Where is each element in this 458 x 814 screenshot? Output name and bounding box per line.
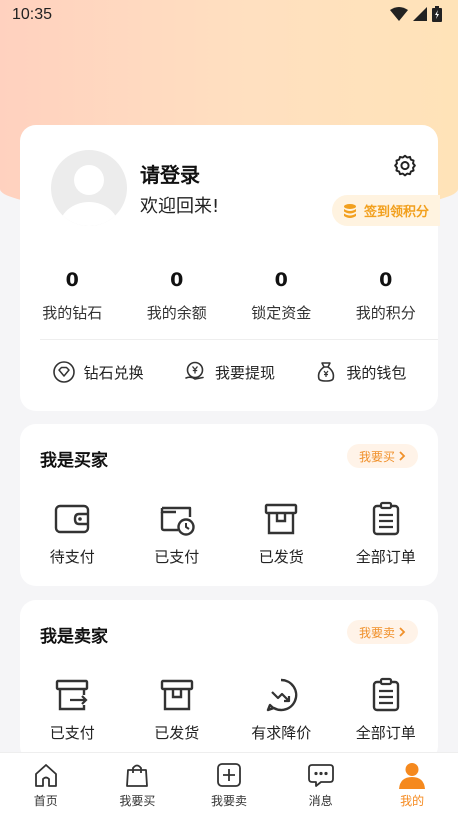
i-want-buy-button[interactable]: 我要买	[346, 444, 418, 468]
profile-card: 请登录 欢迎回来! 签到领积分 0 我的钻石 0 我的余额 0 锁定资金 0 我…	[20, 125, 440, 411]
stat-label: 我的余额	[146, 304, 207, 322]
item-label: 全部订单	[355, 548, 416, 566]
buyer-card: 我是买家 我要买 待支付 已支付 已发货 全部订单	[20, 424, 438, 586]
stat-label: 锁定资金	[251, 304, 312, 322]
stats-row: 0 我的钻石 0 我的余额 0 锁定资金 0 我的积分	[20, 265, 438, 323]
plus-square-icon	[217, 763, 241, 787]
pill-label: 我要买	[358, 449, 395, 464]
tab-label: 消息	[308, 794, 333, 808]
item-label: 已支付	[154, 548, 200, 566]
chevron-right-icon	[399, 451, 406, 461]
buyer-all-orders[interactable]: 全部订单	[334, 500, 439, 567]
buyer-pending-payment[interactable]: 待支付	[20, 500, 125, 567]
stat-label: 我的积分	[355, 304, 416, 322]
signin-label: 签到领积分	[364, 205, 430, 220]
tab-messages[interactable]: 消息	[275, 753, 367, 814]
avatar[interactable]	[51, 150, 127, 226]
action-label: 我的钱包	[346, 363, 407, 382]
status-time: 10:35	[12, 6, 53, 23]
battery-icon	[432, 6, 442, 22]
box-export-icon	[56, 679, 89, 711]
tab-label: 我要卖	[210, 794, 247, 808]
diamond-exchange-icon	[52, 361, 75, 383]
buyer-shipped[interactable]: 已发货	[229, 500, 334, 567]
stat-points[interactable]: 0 我的积分	[334, 265, 439, 323]
diamond-exchange-button[interactable]: 钻石兑换	[52, 360, 144, 384]
stat-value: 0	[170, 269, 184, 291]
status-bar: 10:35	[0, 0, 458, 32]
tab-sell[interactable]: 我要卖	[183, 753, 275, 814]
price-drop-icon	[267, 678, 298, 712]
seller-shipped[interactable]: 已发货	[125, 676, 230, 743]
seller-all-orders[interactable]: 全部订单	[334, 676, 439, 743]
seller-paid[interactable]: 已支付	[20, 676, 125, 743]
quick-actions: 钻石兑换 我要提现 我的钱包	[20, 360, 438, 384]
action-label: 钻石兑换	[83, 363, 144, 382]
item-label: 全部订单	[355, 724, 416, 742]
wifi-icon	[390, 7, 408, 21]
stat-locked-funds[interactable]: 0 锁定资金	[229, 265, 334, 323]
signal-icon	[413, 7, 427, 21]
tab-label: 首页	[33, 794, 58, 808]
signin-points-button[interactable]: 签到领积分	[332, 195, 440, 226]
box-icon	[265, 503, 298, 535]
my-wallet-button[interactable]: 我的钱包	[314, 360, 406, 384]
buyer-orders-grid: 待支付 已支付 已发货 全部订单	[20, 500, 438, 567]
buyer-paid[interactable]: 已支付	[125, 500, 230, 567]
withdraw-icon	[185, 361, 204, 380]
shopping-bag-icon	[126, 764, 149, 787]
section-title: 我是卖家	[40, 627, 108, 647]
gear-icon[interactable]	[392, 153, 418, 179]
stat-value: 0	[379, 269, 393, 291]
tab-label: 我的	[400, 794, 425, 808]
clipboard-icon	[372, 501, 399, 536]
item-label: 已支付	[49, 724, 95, 742]
bottom-tab-bar: 首页 我要买 我要卖 消息 我的	[0, 752, 458, 814]
coins-icon	[344, 203, 356, 218]
seller-price-drop-requests[interactable]: 有求降价	[229, 676, 334, 743]
stat-value: 0	[65, 269, 79, 291]
divider	[40, 339, 438, 340]
box-icon	[160, 679, 193, 711]
stat-balance[interactable]: 0 我的余额	[125, 265, 230, 323]
wallet-bag-icon	[318, 362, 335, 382]
item-label: 待支付	[49, 548, 95, 566]
i-want-sell-button[interactable]: 我要卖	[346, 620, 418, 644]
welcome-text: 欢迎回来!	[140, 196, 220, 217]
stat-label: 我的钻石	[42, 304, 103, 322]
pill-label: 我要卖	[358, 625, 395, 640]
seller-orders-grid: 已支付 已发货 有求降价 全部订单	[20, 676, 438, 743]
login-prompt[interactable]: 请登录	[140, 159, 200, 188]
paid-clock-icon	[160, 506, 195, 536]
chevron-right-icon	[399, 627, 406, 637]
default-avatar-icon	[59, 165, 119, 226]
item-label: 有求降价	[251, 724, 312, 742]
tab-buy[interactable]: 我要买	[92, 753, 184, 814]
tab-label: 我要买	[119, 794, 156, 808]
home-icon	[34, 764, 57, 787]
action-label: 我要提现	[214, 363, 275, 382]
tab-home[interactable]: 首页	[0, 753, 92, 814]
withdraw-button[interactable]: 我要提现	[183, 360, 275, 384]
wallet-icon	[55, 504, 90, 534]
section-title: 我是买家	[40, 451, 108, 471]
item-label: 已发货	[154, 724, 200, 742]
status-icons	[390, 6, 442, 22]
clipboard-icon	[372, 677, 399, 712]
stat-diamonds[interactable]: 0 我的钻石	[20, 265, 125, 323]
chat-icon	[307, 764, 334, 787]
stat-value: 0	[274, 269, 288, 291]
user-icon	[399, 763, 426, 789]
tab-mine[interactable]: 我的	[366, 753, 458, 814]
item-label: 已发货	[258, 548, 304, 566]
seller-card: 我是卖家 我要卖 已支付 已发货 有求降价 全部订单	[20, 600, 438, 762]
